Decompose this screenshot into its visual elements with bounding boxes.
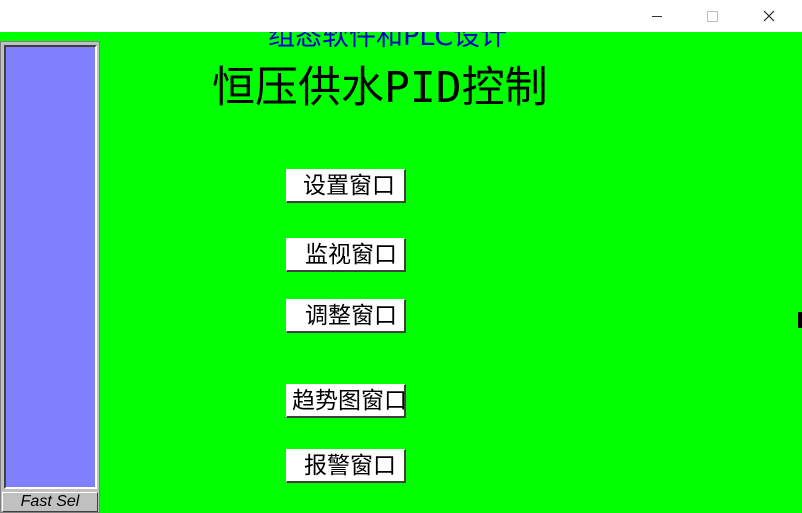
alarm-window-button[interactable]: 报警窗口 [286, 449, 406, 483]
minimize-icon [652, 15, 662, 17]
fast-select-panel: Fast Sel [0, 41, 100, 513]
button-label: 监视窗口 [305, 242, 397, 268]
maximize-icon [706, 10, 718, 22]
button-label: 调整窗口 [305, 303, 397, 329]
hmi-screen: 组态软件和PLC设计 恒压供水PID控制 Fast Sel 设置窗口 监视窗口 … [0, 32, 802, 513]
close-button[interactable] [746, 0, 792, 32]
fast-select-button[interactable]: Fast Sel [2, 492, 98, 512]
app-title: 组态软件和PLC设计 [268, 32, 508, 52]
window-title-bar [0, 0, 802, 32]
maximize-button[interactable] [689, 0, 735, 32]
button-label: 设置窗口 [303, 173, 395, 199]
adjust-window-button[interactable]: 调整窗口 [286, 299, 406, 333]
monitor-window-button[interactable]: 监视窗口 [286, 238, 406, 272]
close-icon [763, 10, 775, 22]
button-label: 趋势图窗口 [292, 388, 406, 414]
button-label: 报警窗口 [304, 453, 396, 479]
fast-select-list[interactable] [4, 45, 97, 489]
trend-window-button[interactable]: 趋势图窗口 [286, 384, 406, 418]
minimize-button[interactable] [634, 0, 680, 32]
page-title: 恒压供水PID控制 [212, 63, 548, 113]
edge-marker [798, 312, 802, 328]
settings-window-button[interactable]: 设置窗口 [286, 169, 406, 203]
